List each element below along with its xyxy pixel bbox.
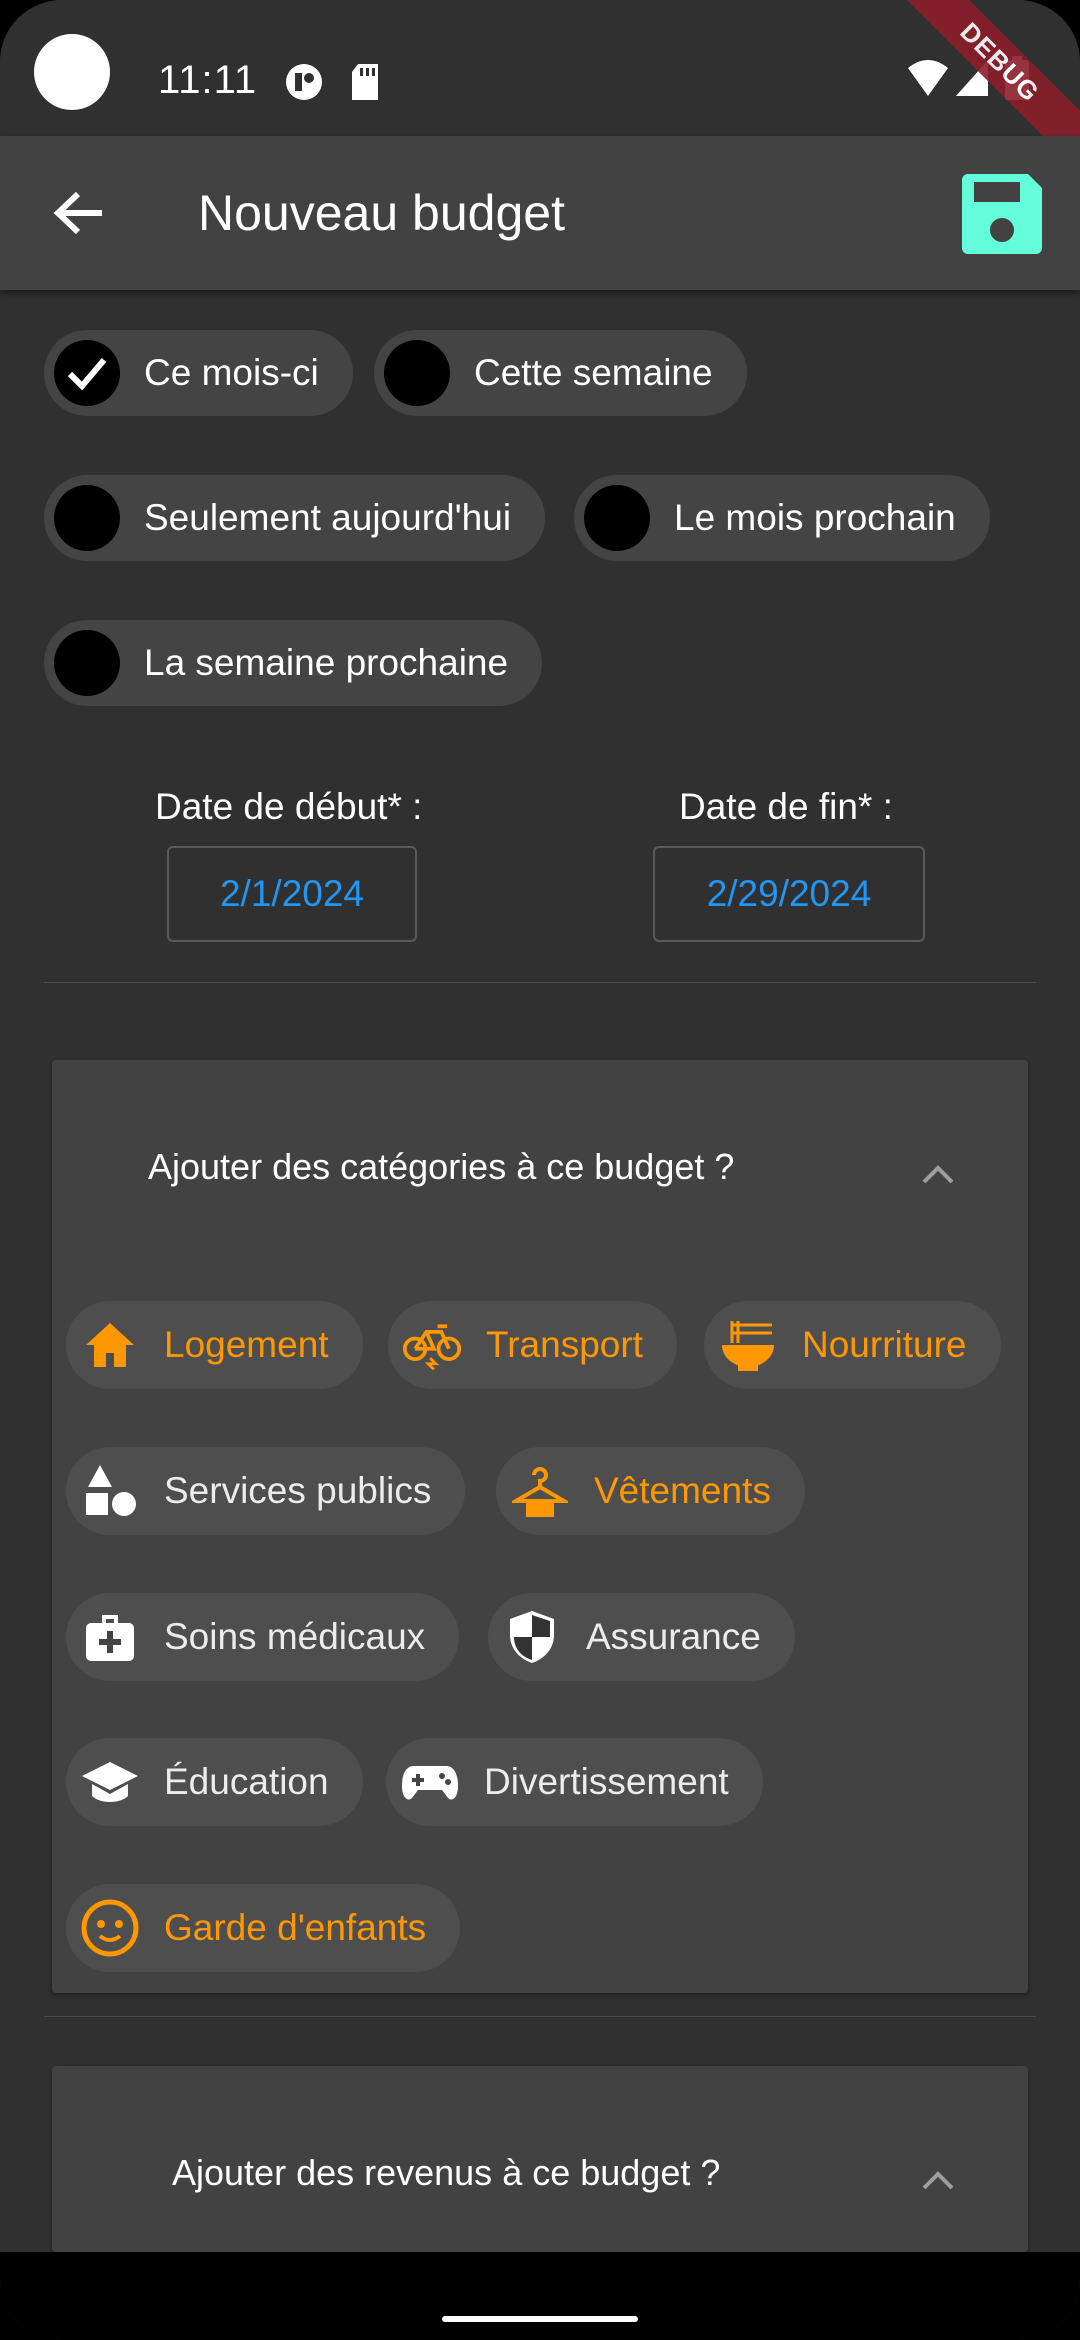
- category-label: Nourriture: [802, 1324, 967, 1365]
- unselected-dot-icon: [54, 630, 120, 696]
- category-label: Divertissement: [484, 1761, 729, 1802]
- status-bar: 11:11 DEBUG: [0, 0, 1080, 184]
- category-chip-garde-enfants[interactable]: Garde d'enfants: [66, 1884, 461, 1972]
- category-chip-vetements[interactable]: Vêtements: [496, 1447, 805, 1535]
- page-title: Nouveau budget: [198, 185, 565, 241]
- period-chip-this-month[interactable]: Ce mois-ci: [44, 330, 353, 416]
- period-chip-next-week[interactable]: La semaine prochaine: [44, 620, 543, 706]
- bike-icon: [402, 1315, 462, 1375]
- unselected-dot-icon: [384, 340, 450, 406]
- period-chip-today-only[interactable]: Seulement aujourd'hui: [44, 475, 546, 561]
- shapes-icon: [80, 1461, 140, 1521]
- category-label: Transport: [486, 1324, 643, 1365]
- screen: 11:11 DEBUG Nouveau budget Ce mois-ci Ce…: [0, 0, 1080, 2340]
- camera-cutout: [34, 34, 110, 110]
- end-date-button[interactable]: 2/29/2024: [653, 846, 925, 942]
- category-chip-transport[interactable]: Transport: [388, 1301, 677, 1389]
- end-date-label: Date de fin* :: [679, 786, 893, 827]
- home-icon: [80, 1315, 140, 1375]
- divider: [44, 982, 1036, 983]
- app-bar: Nouveau budget: [0, 136, 1080, 290]
- categories-panel-title[interactable]: Ajouter des catégories à ce budget ?: [148, 1146, 734, 1188]
- chevron-up-icon[interactable]: [918, 1154, 958, 1194]
- category-chip-assurance[interactable]: Assurance: [488, 1593, 795, 1681]
- chevron-up-icon[interactable]: [918, 2160, 958, 2200]
- back-arrow-icon[interactable]: [48, 182, 110, 244]
- baby-face-icon: [80, 1898, 140, 1958]
- save-icon[interactable]: [958, 170, 1046, 258]
- period-chip-this-week[interactable]: Cette semaine: [374, 330, 747, 416]
- category-chip-education[interactable]: Éducation: [66, 1738, 363, 1826]
- sd-card-icon: [352, 64, 378, 100]
- category-chip-logement[interactable]: Logement: [66, 1301, 363, 1389]
- period-chip-label: Seulement aujourd'hui: [144, 497, 512, 538]
- category-chip-divertissement[interactable]: Divertissement: [386, 1738, 763, 1826]
- unselected-dot-icon: [584, 485, 650, 551]
- ramen-bowl-icon: [718, 1315, 778, 1375]
- shield-icon: [502, 1607, 562, 1667]
- gamepad-icon: [400, 1752, 460, 1812]
- app-notification-icon: [286, 64, 322, 100]
- category-label: Logement: [164, 1324, 329, 1365]
- period-chip-label: Le mois prochain: [674, 497, 956, 538]
- category-label: Soins médicaux: [164, 1616, 426, 1657]
- category-chip-services-publics[interactable]: Services publics: [66, 1447, 466, 1535]
- unselected-dot-icon: [54, 485, 120, 551]
- category-label: Garde d'enfants: [164, 1907, 427, 1948]
- category-label: Services publics: [164, 1470, 432, 1511]
- category-label: Éducation: [164, 1761, 329, 1802]
- start-date-label: Date de début* :: [155, 786, 423, 827]
- category-label: Vêtements: [594, 1470, 771, 1511]
- navigation-bar: [0, 2252, 1080, 2340]
- income-panel: Ajouter des revenus à ce budget ?: [52, 2066, 1028, 2252]
- start-date-button[interactable]: 2/1/2024: [167, 846, 417, 942]
- check-icon: [54, 340, 120, 406]
- graduation-cap-icon: [80, 1752, 140, 1812]
- period-chip-label: Cette semaine: [474, 352, 713, 393]
- category-chip-soins-medicaux[interactable]: Soins médicaux: [66, 1593, 460, 1681]
- medical-bag-icon: [80, 1607, 140, 1667]
- hanger-icon: [510, 1461, 570, 1521]
- period-chip-next-month[interactable]: Le mois prochain: [574, 475, 990, 561]
- period-chip-label: La semaine prochaine: [144, 642, 509, 683]
- home-gesture-handle[interactable]: [442, 2316, 638, 2322]
- divider: [44, 2016, 1036, 2017]
- category-chip-nourriture[interactable]: Nourriture: [704, 1301, 1001, 1389]
- wifi-icon: [908, 60, 948, 96]
- period-chip-label: Ce mois-ci: [144, 352, 319, 393]
- income-panel-title[interactable]: Ajouter des revenus à ce budget ?: [172, 2152, 720, 2194]
- category-label: Assurance: [586, 1616, 761, 1657]
- status-time: 11:11: [158, 58, 258, 102]
